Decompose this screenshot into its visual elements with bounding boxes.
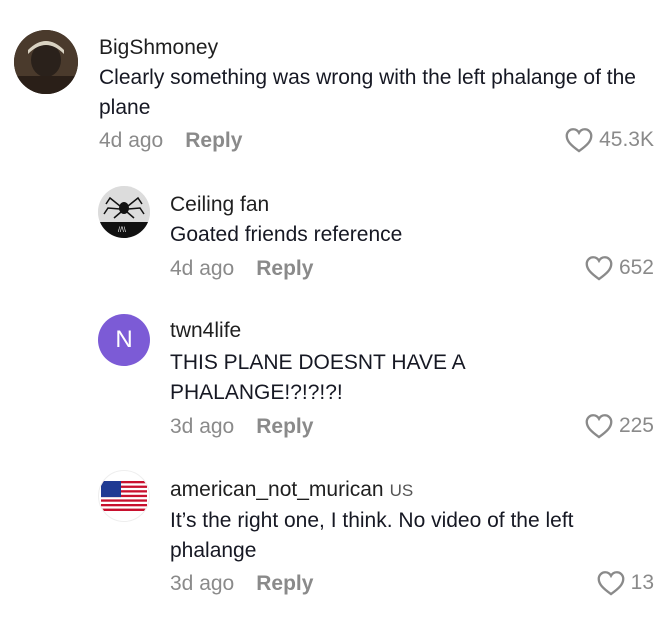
user-photo-icon [14, 30, 78, 94]
comment-time: 3d ago [170, 572, 235, 595]
comment-username[interactable]: Ceiling fan [170, 193, 269, 217]
comment-time: 4d ago [99, 129, 164, 152]
comment-time: 4d ago [170, 257, 235, 280]
comment-meta: 3d ago Reply [170, 415, 313, 439]
heart-icon [565, 128, 593, 153]
comment-text: Clearly something was wrong with the lef… [99, 66, 636, 119]
username-text: american_not_murican [170, 478, 384, 501]
like-count: 13 [630, 571, 654, 594]
reply-button[interactable]: Reply [256, 415, 313, 438]
comment-text: It’s the right one, I think. No video of… [170, 509, 574, 562]
comment-text: Goated friends reference [170, 223, 403, 246]
heart-icon [585, 256, 613, 281]
comment-meta: 3d ago Reply [170, 572, 313, 596]
comment-meta: 4d ago Reply [99, 129, 242, 153]
heart-icon [597, 571, 625, 596]
spider-icon: //\\ [98, 186, 150, 238]
like-count: 225 [618, 414, 654, 437]
svg-text://\\: //\\ [118, 227, 126, 234]
heart-icon [585, 414, 613, 439]
us-flag-icon [101, 481, 147, 511]
reply-button[interactable]: Reply [256, 572, 313, 595]
reply-button[interactable]: Reply [185, 129, 242, 152]
comment-time: 3d ago [170, 415, 235, 438]
like-count: 45.3K [599, 128, 654, 151]
like-count: 652 [618, 256, 654, 279]
comment-username[interactable]: american_not_murican US [170, 478, 413, 502]
country-tag: US [389, 481, 414, 500]
reply-button[interactable]: Reply [256, 257, 313, 280]
comment-username[interactable]: BigShmoney [99, 36, 218, 60]
comment-meta: 4d ago Reply [170, 257, 313, 281]
avatar[interactable]: N [98, 314, 150, 366]
like-button[interactable]: 13 [597, 570, 654, 596]
comment-username[interactable]: twn4life [170, 319, 241, 343]
avatar-letter: N [115, 326, 133, 353]
avatar[interactable] [14, 30, 78, 94]
avatar[interactable] [98, 470, 150, 522]
like-button[interactable]: 652 [585, 255, 654, 281]
like-button[interactable]: 225 [585, 413, 654, 439]
comment-text: THIS PLANE DOESNT HAVE A PHALANGE!?!?!?! [170, 351, 465, 404]
avatar[interactable]: //\\ [98, 186, 150, 238]
like-button[interactable]: 45.3K [565, 127, 654, 153]
